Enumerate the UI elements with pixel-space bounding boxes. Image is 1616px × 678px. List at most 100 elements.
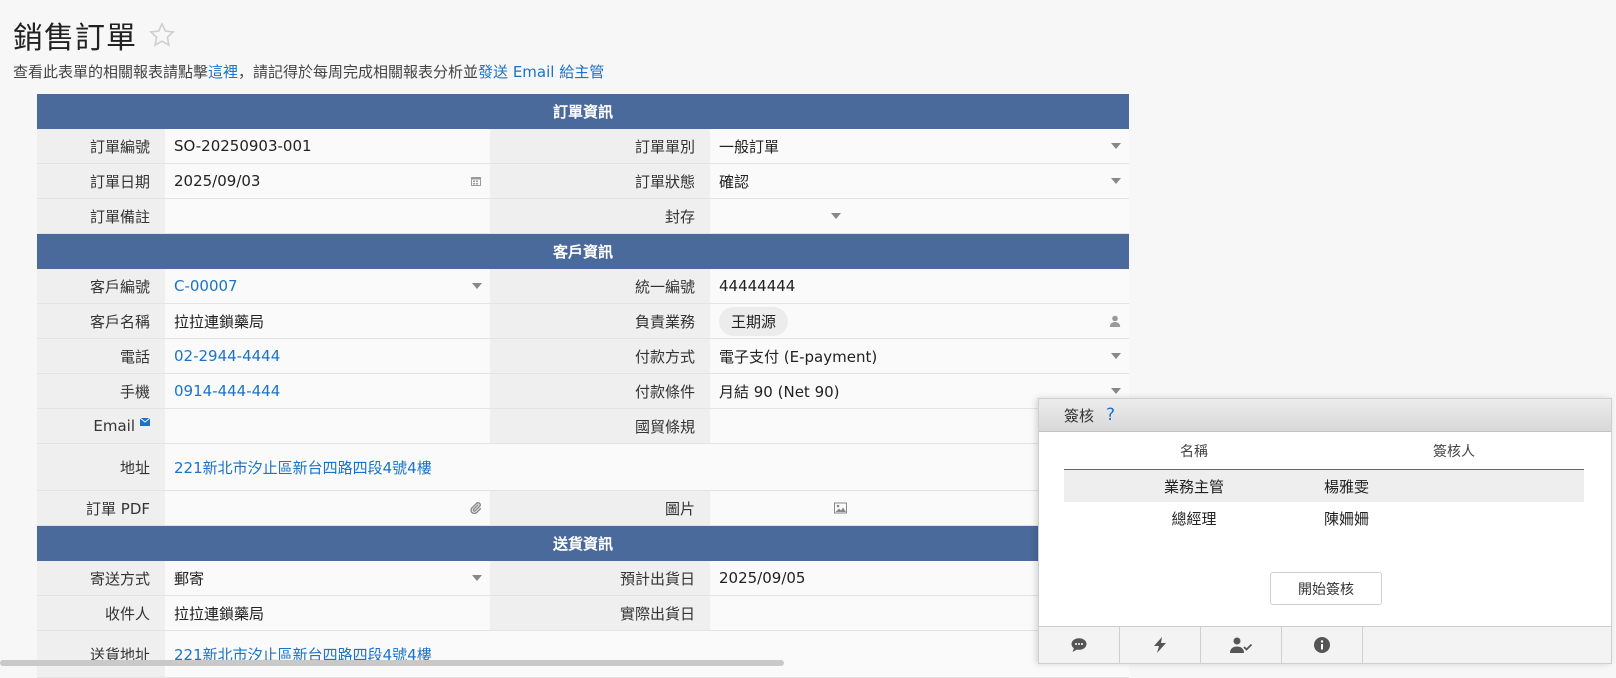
order-type-label: 訂單單別	[490, 129, 710, 163]
col-approver-header: 簽核人	[1433, 444, 1475, 460]
customer-name-field[interactable]: 拉拉連鎖藥局	[165, 304, 490, 338]
approval-step-name: 總經理	[1171, 509, 1217, 528]
approval-title: 簽核	[1064, 406, 1095, 425]
shipping-address-field[interactable]: 221新北市汐止區新台四路四段4號4樓	[165, 631, 1129, 677]
section-header-shipping: 送貨資訊	[37, 526, 1129, 561]
shipping-method-select[interactable]: 郵寄	[165, 561, 490, 595]
col-name-header: 名稱	[1180, 444, 1208, 460]
page-title: 銷售訂單	[13, 21, 137, 56]
chevron-down-icon	[1111, 388, 1121, 394]
form-row: Email 國貿條規	[37, 409, 1129, 444]
order-no-field[interactable]: SO-20250903-001	[165, 129, 490, 163]
incoterm-label: 國貿條規	[490, 409, 710, 443]
order-status-select[interactable]: 確認	[710, 164, 1129, 198]
paperclip-icon[interactable]	[469, 502, 482, 515]
mail-icon	[139, 412, 151, 430]
phone-field[interactable]: 02-2944-4444	[165, 339, 490, 373]
form-row: 客戶編號 C-00007 統一編號 44444444	[37, 269, 1129, 304]
order-pdf-field[interactable]	[165, 491, 490, 525]
shipping-address-label: 送貨地址	[37, 631, 165, 677]
tax-id-field[interactable]: 44444444	[710, 269, 1129, 303]
payment-terms-label: 付款條件	[490, 374, 710, 408]
approval-panel: 簽核 ? 名稱 簽核人 業務主管 楊雅雯 總經理 陳姍姍 開始簽核	[1038, 398, 1612, 664]
order-date-field[interactable]: 2025/09/03	[165, 164, 490, 198]
page-description: 查看此表單的相關報表請點擊這裡，請記得於每周完成相關報表分析並發送 Email …	[13, 61, 604, 82]
receiver-label: 收件人	[37, 596, 165, 630]
shipping-method-value: 郵寄	[174, 569, 205, 588]
address-link[interactable]: 221新北市汐止區新台四路四段4號4樓	[174, 457, 432, 478]
sales-rep-field[interactable]: 王期源	[710, 304, 1129, 338]
order-date-value: 2025/09/03	[174, 172, 261, 190]
archive-label: 封存	[490, 199, 710, 233]
approval-panel-header: 簽核 ?	[1039, 399, 1611, 432]
approval-approver: 陳姍姍	[1324, 509, 1370, 528]
start-approval-button[interactable]: 開始簽核	[1270, 572, 1382, 605]
form-row: 寄送方式 郵寄 預計出貨日 2025/09/05	[37, 561, 1129, 596]
customer-id-select[interactable]: C-00007	[165, 269, 490, 303]
order-date-label: 訂單日期	[37, 164, 165, 198]
receiver-field[interactable]: 拉拉連鎖藥局	[165, 596, 490, 630]
receiver-value: 拉拉連鎖藥局	[174, 604, 265, 623]
info-icon[interactable]	[1282, 627, 1363, 663]
form-row: 手機 0914-444-444 付款條件 月結 90 (Net 90)	[37, 374, 1129, 409]
user-check-icon[interactable]	[1201, 627, 1282, 663]
help-icon[interactable]: ?	[1106, 405, 1115, 425]
comment-icon[interactable]	[1039, 627, 1120, 663]
user-icon[interactable]	[1109, 315, 1121, 327]
email-label-text: Email	[93, 417, 135, 435]
email-field[interactable]	[165, 409, 490, 443]
section-header-customer: 客戶資訊	[37, 234, 1129, 269]
title-row: 銷售訂單	[13, 13, 177, 57]
form-row: 訂單備註 封存	[37, 199, 1129, 234]
order-pdf-label: 訂單 PDF	[37, 491, 165, 525]
payment-method-value: 電子支付 (E-payment)	[719, 347, 878, 366]
email-manager-link[interactable]: 發送 Email 給主管	[478, 63, 604, 81]
order-note-field[interactable]	[165, 199, 490, 233]
email-label: Email	[37, 409, 165, 443]
tax-id-value: 44444444	[719, 277, 796, 295]
chevron-down-icon	[1111, 353, 1121, 359]
report-link[interactable]: 這裡	[208, 63, 238, 81]
customer-id-link[interactable]: C-00007	[174, 277, 238, 295]
order-status-value: 確認	[719, 172, 750, 191]
phone-link[interactable]: 02-2944-4444	[174, 347, 280, 365]
order-no-value: SO-20250903-001	[174, 137, 312, 155]
actual-ship-date-label: 實際出貨日	[490, 596, 710, 630]
form-row: 客戶名稱 拉拉連鎖藥局 負責業務 王期源	[37, 304, 1129, 339]
payment-terms-value: 月結 90 (Net 90)	[719, 382, 840, 401]
section-header-order: 訂單資訊	[37, 94, 1129, 129]
customer-name-label: 客戶名稱	[37, 304, 165, 338]
customer-id-label: 客戶編號	[37, 269, 165, 303]
chevron-down-icon	[1111, 143, 1121, 149]
chevron-down-icon	[1111, 178, 1121, 184]
form-row: 訂單日期 2025/09/03 訂單狀態 確認	[37, 164, 1129, 199]
form-row: 地址 221新北市汐止區新台四路四段4號4樓	[37, 444, 1129, 491]
horizontal-scrollbar[interactable]	[0, 660, 784, 666]
lightning-icon[interactable]	[1120, 627, 1201, 663]
order-note-label: 訂單備註	[37, 199, 165, 233]
form-row: 電話 02-2944-4444 付款方式 電子支付 (E-payment)	[37, 339, 1129, 374]
panel-toolbar	[1039, 626, 1611, 663]
approval-table-header: 名稱 簽核人	[1064, 433, 1584, 470]
calendar-icon[interactable]	[470, 175, 482, 187]
approval-row: 總經理 陳姍姍	[1064, 502, 1584, 534]
order-no-label: 訂單編號	[37, 129, 165, 163]
order-type-select[interactable]: 一般訂單	[710, 129, 1129, 163]
payment-method-select[interactable]: 電子支付 (E-payment)	[710, 339, 1129, 373]
tax-id-label: 統一編號	[490, 269, 710, 303]
image-icon[interactable]	[834, 502, 847, 514]
payment-method-label: 付款方式	[490, 339, 710, 373]
est-ship-date-value: 2025/09/05	[719, 569, 806, 587]
mobile-link[interactable]: 0914-444-444	[174, 382, 280, 400]
sales-order-form: 訂單資訊 訂單編號 SO-20250903-001 訂單單別 一般訂單 訂單日期…	[37, 94, 1129, 678]
favorite-star-icon[interactable]	[147, 20, 177, 50]
sales-rep-chip[interactable]: 王期源	[719, 306, 789, 336]
customer-name-value: 拉拉連鎖藥局	[174, 312, 265, 331]
mobile-label: 手機	[37, 374, 165, 408]
address-field[interactable]: 221新北市汐止區新台四路四段4號4樓	[165, 444, 1129, 490]
approval-step-name: 業務主管	[1163, 477, 1224, 496]
mobile-field[interactable]: 0914-444-444	[165, 374, 490, 408]
archive-select[interactable]	[710, 199, 1129, 233]
approval-row: 業務主管 楊雅雯	[1064, 470, 1584, 502]
address-label: 地址	[37, 444, 165, 490]
